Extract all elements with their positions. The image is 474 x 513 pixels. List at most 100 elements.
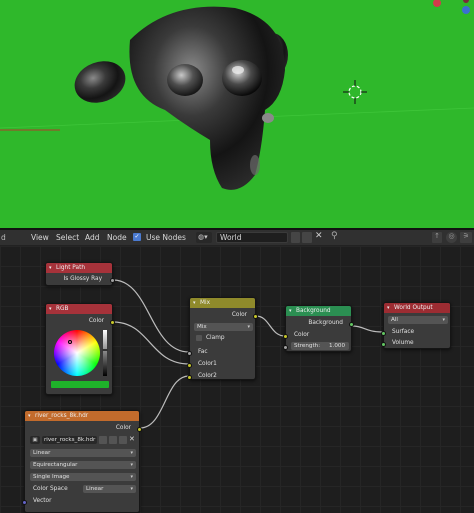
menu-view[interactable]: View — [31, 233, 49, 242]
chevron-down-icon: ▾ — [130, 462, 133, 468]
background-output-label: Background — [308, 320, 343, 326]
fake-user-icon[interactable] — [99, 436, 107, 444]
fake-user-icon[interactable] — [291, 232, 300, 243]
chevron-down-icon: ▾ — [442, 317, 445, 323]
3d-cursor-icon[interactable] — [343, 80, 367, 104]
overlay-icon[interactable]: ⚞ — [460, 232, 472, 243]
world-browse-icon[interactable]: ◍▾ — [196, 232, 212, 243]
background-title: Background — [296, 308, 331, 314]
rgb-header[interactable]: ▾ RGB — [46, 304, 112, 314]
node-editor-canvas[interactable]: ▾ Light Path Is Glossy Ray ▾ RGB Color ▾ Mi… — [0, 246, 474, 513]
mix-node[interactable]: ▾ Mix Color Mix ▾ Clamp Fac Color1 Color2 — [187, 297, 258, 380]
chevron-down-icon: ▾ — [130, 474, 133, 480]
rgb-color-socket[interactable] — [110, 320, 115, 325]
menu-select[interactable]: Select — [56, 233, 79, 242]
volume-label: Volume — [392, 340, 414, 346]
chevron-down-icon: ▾ — [247, 324, 250, 330]
interpolation-dropdown[interactable]: Linear ▾ — [30, 449, 136, 457]
color-swatch[interactable] — [51, 381, 109, 388]
color1-socket[interactable] — [187, 363, 192, 368]
env-color-socket[interactable] — [137, 427, 142, 432]
background-header[interactable]: ▾ Background — [286, 306, 351, 316]
color-wheel[interactable] — [54, 330, 100, 376]
mix-header[interactable]: ▾ Mix — [190, 298, 255, 308]
blend-type-dropdown[interactable]: Mix ▾ — [194, 323, 253, 331]
interpolation-value: Linear — [33, 450, 51, 456]
world-output-header[interactable]: ▾ World Output — [384, 303, 450, 313]
color2-label: Color2 — [198, 373, 217, 379]
pin-icon[interactable]: ⚲ — [331, 231, 338, 241]
light-path-node[interactable]: ▾ Light Path Is Glossy Ray — [45, 262, 115, 286]
light-path-header[interactable]: ▾ Light Path — [46, 263, 112, 273]
duplicate-icon[interactable] — [109, 436, 117, 444]
parent-node-tree-icon[interactable]: ↑ — [432, 232, 442, 243]
world-output-title: World Output — [394, 305, 433, 311]
menu-node[interactable]: Node — [107, 233, 127, 242]
snap-icon[interactable]: ◎ — [446, 232, 457, 243]
surface-socket[interactable] — [381, 331, 386, 336]
strength-field[interactable]: Strength: 1.000 — [291, 342, 349, 350]
3d-viewport[interactable] — [0, 0, 474, 228]
link-glossy-to-fac — [112, 279, 190, 353]
chevron-down-icon: ▾ — [130, 450, 133, 456]
mix-output-socket[interactable] — [253, 314, 258, 319]
value-slider-handle[interactable] — [102, 349, 108, 351]
color-space-label: Color Space — [33, 486, 68, 492]
unlink-icon[interactable]: ✕ — [315, 231, 323, 241]
is-glossy-ray-socket[interactable] — [110, 278, 115, 283]
color1-label: Color1 — [198, 361, 217, 367]
image-name-value: river_rocks_8k.hdr — [44, 437, 96, 443]
strength-value: 1.000 — [328, 343, 345, 349]
fac-label: Fac — [198, 349, 208, 355]
gizmo-x-icon[interactable] — [433, 0, 441, 7]
world-output-node[interactable]: ▾ World Output All ▾ Surface Volume — [381, 302, 451, 349]
duplicate-icon[interactable] — [302, 232, 312, 243]
environment-texture-title: river_rocks_8k.hdr — [35, 413, 89, 419]
clamp-label: Clamp — [206, 335, 225, 341]
projection-dropdown[interactable]: Equirectangular ▾ — [30, 461, 136, 469]
vector-label: Vector — [33, 498, 52, 504]
vector-socket[interactable] — [22, 500, 27, 505]
fac-socket[interactable] — [187, 351, 192, 356]
is-glossy-ray-output: Is Glossy Ray — [63, 276, 102, 282]
background-color-socket[interactable] — [283, 334, 288, 339]
mix-title: Mix — [200, 300, 211, 306]
surface-label: Surface — [392, 329, 415, 335]
strength-socket[interactable] — [283, 345, 288, 350]
world-name-field[interactable]: World — [216, 232, 288, 243]
image-name-field[interactable]: river_rocks_8k.hdr — [42, 436, 97, 444]
value-slider[interactable] — [102, 330, 108, 376]
link-mix-to-bg-color — [255, 315, 286, 337]
environment-texture-node[interactable]: ▾ river_rocks_8k.hdr Color ▣ river_rocks_… — [22, 410, 142, 513]
rgb-title: RGB — [56, 306, 69, 312]
env-color-output: Color — [115, 425, 131, 431]
suzanne-monkey-model[interactable] — [69, 6, 288, 190]
gizmo-z-icon[interactable] — [462, 6, 470, 14]
source-dropdown[interactable]: Single Image ▾ — [30, 473, 136, 481]
strength-label: Strength: — [294, 343, 321, 349]
use-nodes-checkbox[interactable]: ✓ — [133, 233, 141, 241]
clamp-checkbox[interactable] — [196, 335, 202, 341]
mix-color-output: Color — [231, 312, 247, 318]
color-wheel-cursor[interactable] — [68, 340, 72, 344]
light-path-title: Light Path — [56, 265, 86, 271]
gizmo-neg-icon[interactable] — [463, 0, 469, 3]
rgb-node[interactable]: ▾ RGB Color — [45, 303, 115, 395]
viewport-scene — [0, 0, 474, 190]
color-space-dropdown[interactable]: Linear ▾ — [83, 485, 136, 493]
environment-texture-header[interactable]: ▾ river_rocks_8k.hdr — [25, 411, 139, 421]
color-space-value: Linear — [86, 486, 104, 492]
unlink-icon[interactable]: ✕ — [129, 435, 135, 443]
background-output-socket[interactable] — [349, 322, 354, 327]
target-value: All — [391, 317, 398, 323]
image-browse-icon[interactable]: ▣ — [30, 436, 40, 444]
open-folder-icon[interactable] — [119, 436, 127, 444]
target-dropdown[interactable]: All ▾ — [388, 316, 448, 324]
use-nodes-label: Use Nodes — [146, 233, 186, 242]
menu-add[interactable]: Add — [85, 233, 100, 242]
color2-socket[interactable] — [187, 375, 192, 380]
background-node[interactable]: ▾ Background Background Color Strength: 1… — [283, 305, 354, 352]
editor-type-icon[interactable]: d — [1, 233, 6, 242]
volume-socket[interactable] — [381, 342, 386, 347]
source-value: Single Image — [33, 474, 70, 480]
